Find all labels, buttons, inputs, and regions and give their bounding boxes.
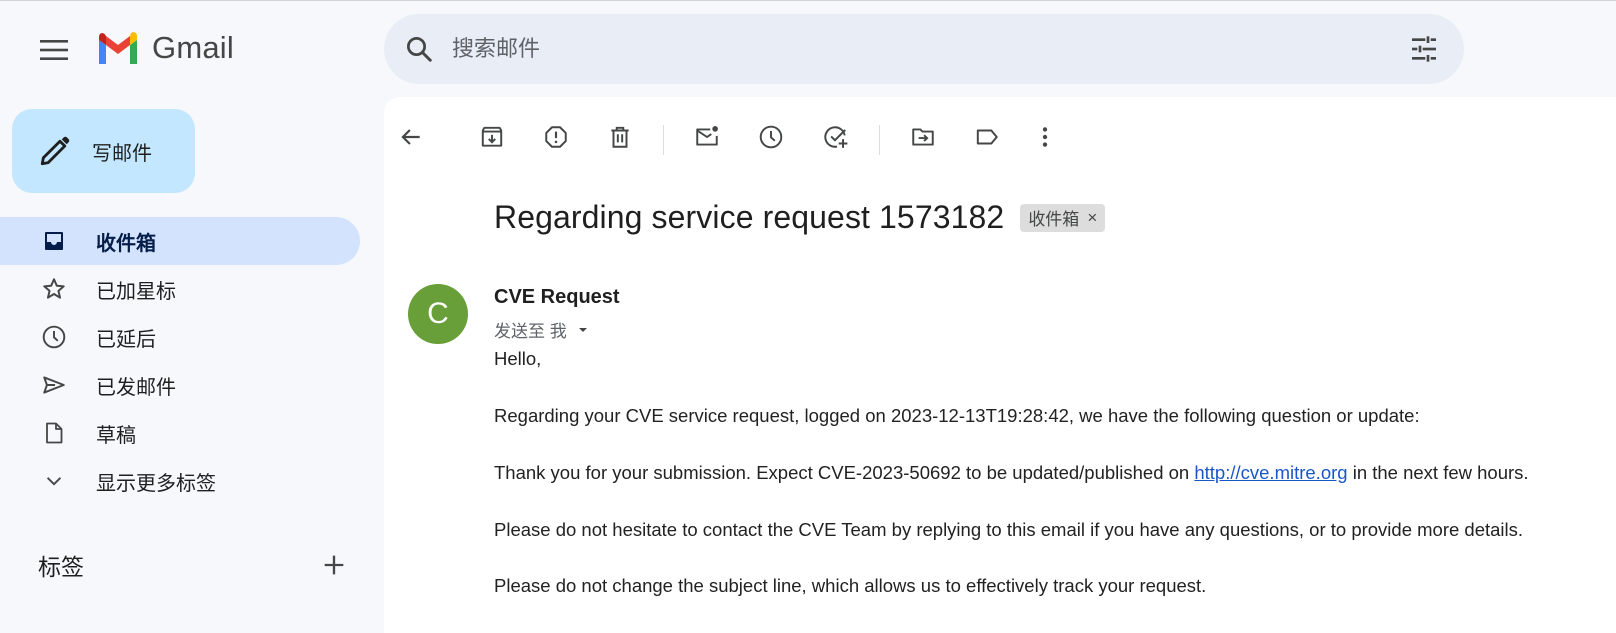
report-spam-button[interactable] bbox=[536, 117, 576, 157]
paragraph-text: in the next few hours. bbox=[1347, 462, 1529, 483]
sidebar-item-sent[interactable]: 已发邮件 bbox=[0, 361, 360, 409]
snooze-icon bbox=[759, 125, 783, 149]
tune-icon[interactable] bbox=[1408, 33, 1440, 65]
top-border bbox=[0, 0, 1616, 1]
message-toolbar bbox=[384, 115, 1616, 159]
email-paragraph: Regarding your CVE service request, logg… bbox=[494, 405, 1420, 426]
sender-name[interactable]: CVE Request bbox=[494, 286, 620, 309]
pencil-icon bbox=[40, 136, 70, 166]
toolbar-divider bbox=[879, 125, 880, 155]
label-icon bbox=[976, 129, 998, 145]
email-subject-row: Regarding service request 1573182 收件箱 × bbox=[494, 199, 1106, 236]
snooze-button[interactable] bbox=[751, 117, 791, 157]
label-button[interactable] bbox=[967, 117, 1007, 157]
recipient-text: 发送至 我 bbox=[494, 322, 567, 341]
search-bar[interactable] bbox=[384, 14, 1464, 84]
email-paragraph: Please do not change the subject line, w… bbox=[494, 575, 1207, 596]
sidebar-item-label: 已发邮件 bbox=[96, 376, 176, 399]
email-paragraph: Please do not hesitate to contact the CV… bbox=[494, 519, 1524, 540]
mark-unread-button[interactable] bbox=[687, 117, 727, 157]
mark-unread-icon bbox=[696, 126, 718, 146]
sidebar-item-label: 草稿 bbox=[96, 424, 136, 447]
delete-icon bbox=[611, 126, 629, 148]
cve-mitre-link[interactable]: http://cve.mitre.org bbox=[1194, 462, 1347, 483]
app-name: Gmail bbox=[152, 30, 234, 65]
main-menu-button[interactable] bbox=[32, 28, 76, 72]
back-button[interactable] bbox=[391, 117, 431, 157]
archive-icon bbox=[481, 126, 503, 147]
more-button[interactable] bbox=[1025, 117, 1065, 157]
sidebar-item-label: 收件箱 bbox=[96, 232, 156, 255]
sidebar-item-snoozed[interactable]: 已延后 bbox=[0, 313, 360, 361]
gmail-logo-icon bbox=[99, 32, 137, 64]
sidebar-item-label: 已加星标 bbox=[96, 280, 176, 303]
sidebar-item-label: 显示更多标签 bbox=[96, 472, 216, 495]
sidebar-item-label: 已延后 bbox=[96, 328, 156, 351]
clock-icon bbox=[42, 325, 66, 349]
draft-icon bbox=[46, 422, 63, 444]
delete-button[interactable] bbox=[600, 117, 640, 157]
email-paragraph: Thank you for your submission. Expect CV… bbox=[494, 462, 1529, 484]
back-icon bbox=[401, 129, 420, 145]
archive-button[interactable] bbox=[472, 117, 512, 157]
sidebar-item-starred[interactable]: 已加星标 bbox=[0, 265, 360, 313]
sidebar-item-drafts[interactable]: 草稿 bbox=[0, 409, 360, 457]
send-icon bbox=[43, 376, 65, 394]
menu-icon bbox=[40, 40, 68, 60]
message-panel: Regarding service request 1573182 收件箱 × … bbox=[384, 97, 1616, 633]
search-input[interactable] bbox=[450, 35, 1354, 63]
labels-title: 标签 bbox=[38, 554, 84, 580]
inbox-icon bbox=[45, 232, 63, 250]
compose-button[interactable]: 写邮件 bbox=[12, 109, 195, 193]
sender-avatar[interactable]: C bbox=[408, 284, 468, 344]
move-to-icon bbox=[912, 128, 934, 146]
caret-down-icon bbox=[578, 327, 587, 332]
add-task-icon bbox=[824, 126, 848, 148]
remove-label-icon[interactable]: × bbox=[1087, 208, 1097, 228]
sidebar-item-more[interactable]: 显示更多标签 bbox=[0, 457, 360, 505]
toolbar-divider bbox=[663, 125, 664, 155]
add-label-icon[interactable] bbox=[320, 551, 348, 579]
search-icon[interactable] bbox=[404, 34, 434, 64]
gmail-logo[interactable]: Gmail bbox=[96, 30, 234, 66]
labels-section-header: 标签 bbox=[38, 548, 348, 582]
label-chip-text: 收件箱 bbox=[1028, 210, 1080, 229]
email-greeting: Hello, bbox=[494, 348, 542, 369]
chevron-down-icon bbox=[46, 477, 62, 486]
report-spam-icon bbox=[545, 126, 567, 148]
add-to-tasks-button[interactable] bbox=[816, 117, 856, 157]
inbox-label-chip[interactable]: 收件箱 × bbox=[1020, 203, 1106, 232]
more-icon bbox=[1042, 127, 1048, 147]
recipient-details-toggle[interactable]: 发送至 我 bbox=[494, 317, 591, 342]
sidebar-nav: 收件箱 已加星标 已延后 已发邮件 草稿 显示更多标签 bbox=[0, 217, 360, 505]
sidebar-item-inbox[interactable]: 收件箱 bbox=[0, 217, 360, 265]
move-to-button[interactable] bbox=[903, 117, 943, 157]
paragraph-text: Thank you for your submission. Expect CV… bbox=[494, 462, 1195, 483]
compose-label: 写邮件 bbox=[92, 142, 152, 165]
email-subject: Regarding service request 1573182 bbox=[494, 199, 1005, 235]
star-icon bbox=[43, 278, 65, 299]
